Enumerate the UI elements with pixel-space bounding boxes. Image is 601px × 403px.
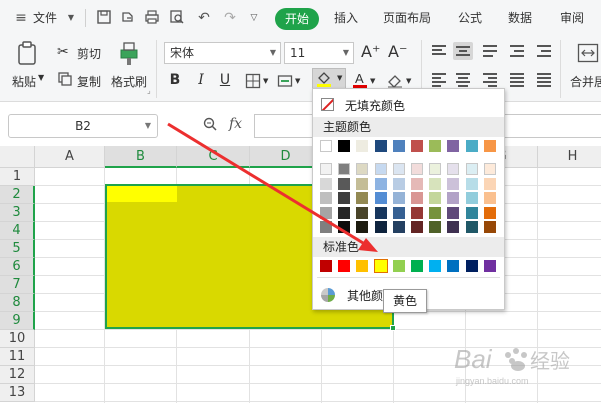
baidu-watermark: Bai 经验 jingyan.baidu.com [454,344,570,386]
svg-text:经验: 经验 [530,350,570,373]
svg-text:jingyan.baidu.com: jingyan.baidu.com [455,376,529,386]
svg-text:Bai: Bai [454,344,493,374]
